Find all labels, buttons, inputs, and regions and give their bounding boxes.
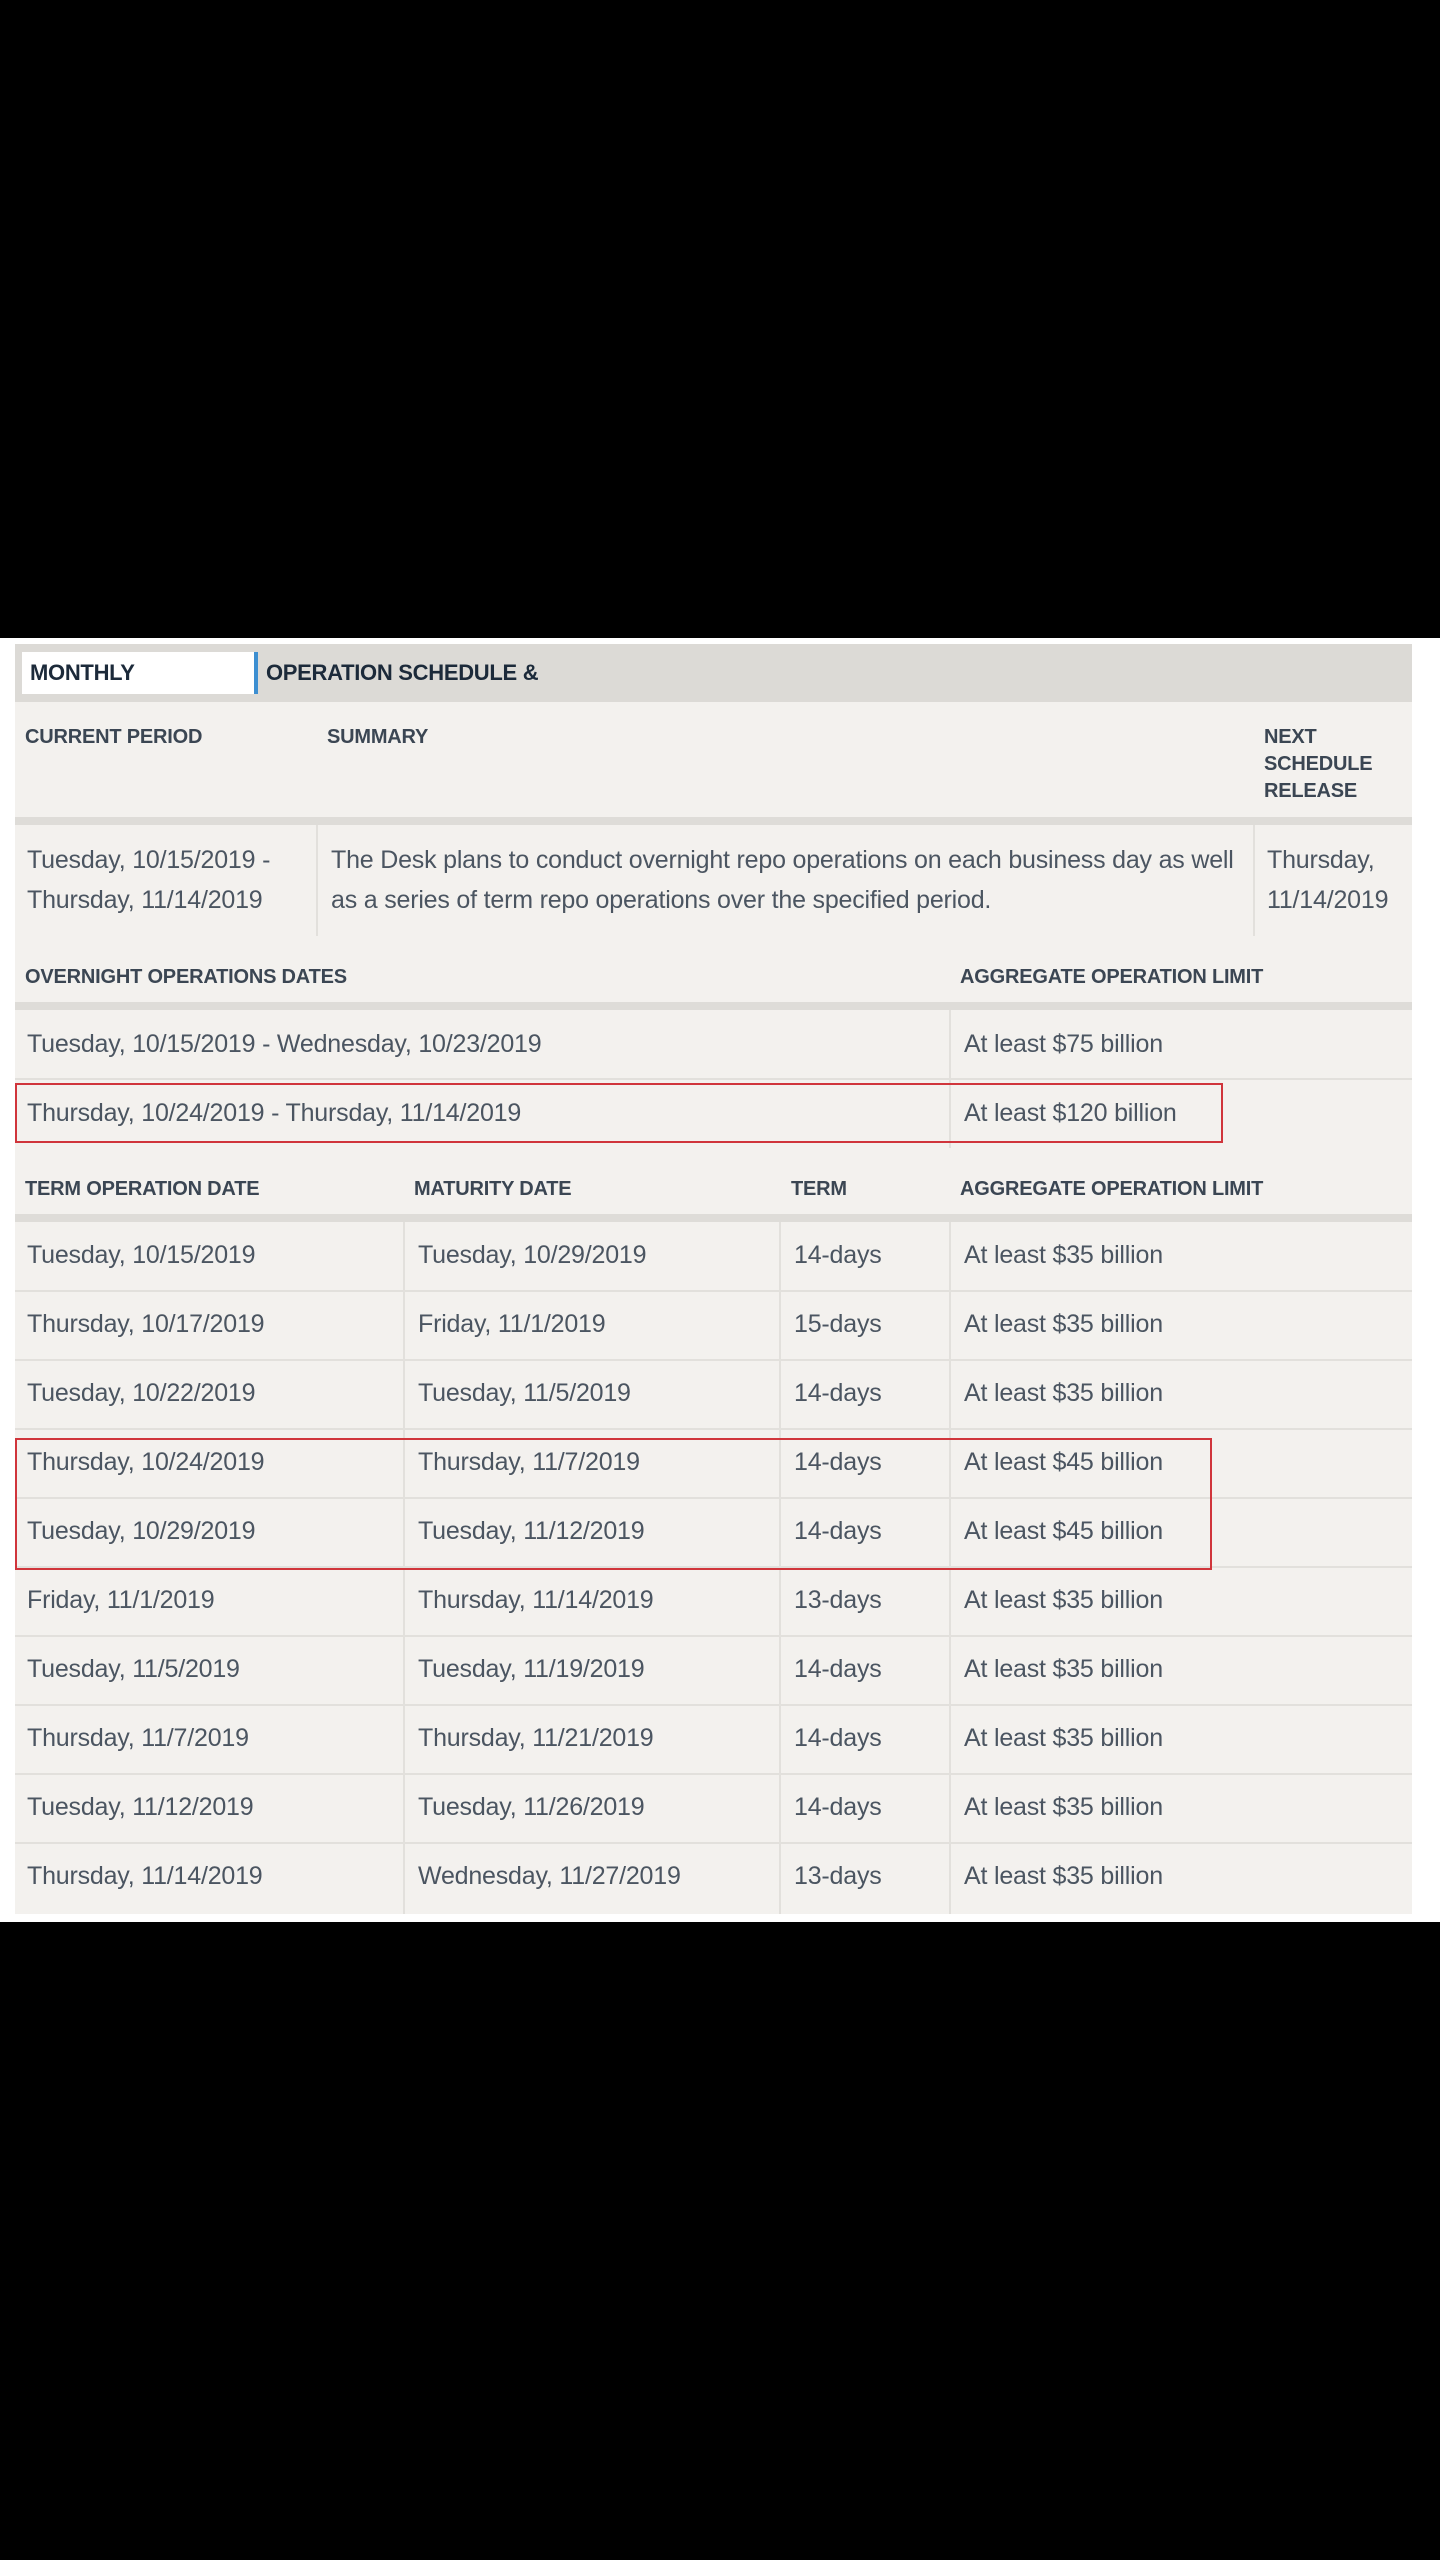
header-next-release-line3: RELEASE [1264,780,1358,802]
term-date-cell: Thursday, 11/14/2019 [27,1862,263,1890]
maturity-date-cell: Thursday, 11/14/2019 [418,1586,654,1614]
term-date-cell: Tuesday, 10/22/2019 [27,1379,256,1407]
current-period-line2: Thursday, 11/14/2019 [27,886,263,914]
term-cell: 15-days [794,1310,882,1338]
header-overnight-limit: AGGREGATE OPERATION LIMIT [960,966,1264,988]
row-divider [15,1359,1412,1361]
term-cell: 14-days [794,1724,882,1752]
maturity-date-cell: Tuesday, 11/5/2019 [418,1379,631,1407]
term-limit-cell: At least $35 billion [964,1862,1163,1890]
term-limit-cell: At least $35 billion [964,1724,1163,1752]
term-cell: 14-days [794,1241,882,1269]
header-term: TERM [791,1178,847,1200]
row-divider [15,1704,1412,1706]
term-date-cell: Tuesday, 10/15/2019 [27,1241,256,1269]
summary-text-line1: The Desk plans to conduct overnight repo… [331,846,1234,874]
row-divider [15,1290,1412,1292]
column-divider [1253,825,1255,936]
term-date-cell: Tuesday, 11/5/2019 [27,1655,240,1683]
term-limit-cell: At least $35 billion [964,1310,1163,1338]
tab-monthly-summary[interactable]: MONTHLY SUMMARY [22,652,258,727]
current-period-line1: Tuesday, 10/15/2019 - [27,846,271,874]
header-term-limit: AGGREGATE OPERATION LIMIT [960,1178,1264,1200]
term-limit-cell: At least $35 billion [964,1655,1163,1683]
header-divider [15,1214,1412,1222]
overnight-dates-cell: Tuesday, 10/15/2019 - Wednesday, 10/23/2… [27,1030,542,1058]
header-term-date: TERM OPERATION DATE [25,1178,260,1200]
column-divider [316,825,318,936]
overnight-limit-cell: At least $75 billion [964,1030,1163,1058]
header-maturity-date: MATURITY DATE [414,1178,572,1200]
term-limit-cell: At least $35 billion [964,1793,1163,1821]
header-next-release-line2: SCHEDULE [1264,753,1373,775]
row-divider [15,1773,1412,1775]
maturity-date-cell: Tuesday, 10/29/2019 [418,1241,647,1269]
schedule-panel: MONTHLY SUMMARY OPERATION SCHEDULE & PAR… [0,638,1440,1922]
header-summary: SUMMARY [327,726,429,748]
maturity-date-cell: Wednesday, 11/27/2019 [418,1862,681,1890]
maturity-date-cell: Tuesday, 11/19/2019 [418,1655,645,1683]
header-divider [15,817,1412,825]
header-divider [15,1002,1412,1010]
term-date-cell: Thursday, 10/17/2019 [27,1310,265,1338]
term-date-cell: Friday, 11/1/2019 [27,1586,215,1614]
header-current-period: CURRENT PERIOD [25,726,203,748]
summary-text-line2: as a series of term repo operations over… [331,886,992,914]
term-limit-cell: At least $35 billion [964,1586,1163,1614]
term-cell: 13-days [794,1862,882,1890]
term-cell: 14-days [794,1655,882,1683]
term-cell: 13-days [794,1586,882,1614]
term-date-cell: Thursday, 11/7/2019 [27,1724,249,1752]
row-divider [15,1428,1412,1430]
highlight-box [15,1438,1212,1570]
row-divider [15,1078,1412,1080]
tab-content: CURRENT PERIOD SUMMARY NEXT SCHEDULE REL… [15,702,1412,1914]
maturity-date-cell: Friday, 11/1/2019 [418,1310,606,1338]
term-cell: 14-days [794,1793,882,1821]
row-divider [15,1635,1412,1637]
highlight-box [15,1083,1223,1143]
maturity-date-cell: Thursday, 11/21/2019 [418,1724,654,1752]
header-next-release-line1: NEXT [1264,726,1317,748]
term-date-cell: Tuesday, 11/12/2019 [27,1793,254,1821]
term-cell: 14-days [794,1379,882,1407]
header-overnight-dates: OVERNIGHT OPERATIONS DATES [25,966,347,988]
tab-bar: MONTHLY SUMMARY OPERATION SCHEDULE & PAR… [15,644,1412,727]
term-limit-cell: At least $35 billion [964,1241,1163,1269]
maturity-date-cell: Tuesday, 11/26/2019 [418,1793,645,1821]
term-limit-cell: At least $35 billion [964,1379,1163,1407]
next-release-line2: 11/14/2019 [1267,886,1389,914]
row-divider [15,1842,1412,1844]
tab-operation-schedule[interactable]: OPERATION SCHEDULE & PARAMETERS [258,652,678,727]
next-release-line1: Thursday, [1267,846,1375,874]
